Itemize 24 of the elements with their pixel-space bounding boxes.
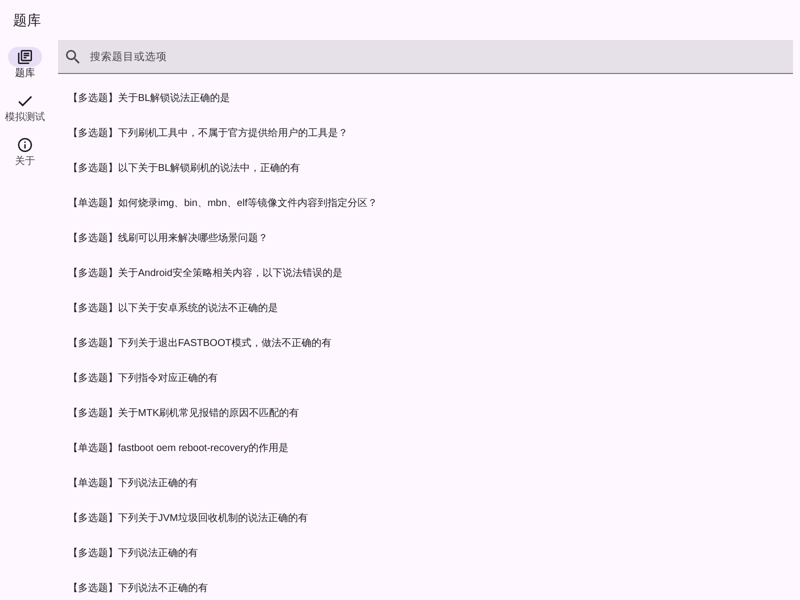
search-icon bbox=[66, 50, 80, 64]
question-item[interactable]: 【多选题】以下关于安卓系统的说法不正确的是 bbox=[58, 291, 793, 326]
question-item[interactable]: 【多选题】线刷可以用来解决哪些场景问题？ bbox=[58, 221, 793, 256]
question-item[interactable]: 【多选题】关于Android安全策略相关内容，以下说法错误的是 bbox=[58, 256, 793, 291]
question-item[interactable]: 【多选题】下列刷机工具中，不属于官方提供给用户的工具是？ bbox=[58, 116, 793, 151]
question-item[interactable]: 【多选题】下列指令对应正确的有 bbox=[58, 361, 793, 396]
nav-rail-item[interactable]: 模拟测试 bbox=[0, 91, 50, 124]
question-item[interactable]: 【多选题】关于BL解锁说法正确的是 bbox=[58, 81, 793, 116]
question-item[interactable]: 【单选题】下列说法正确的有 bbox=[58, 466, 793, 501]
info-icon bbox=[18, 138, 32, 152]
app-title: 题库 bbox=[13, 12, 41, 28]
question-item[interactable]: 【单选题】如何烧录img、bin、mbn、elf等镜像文件内容到指定分区？ bbox=[58, 186, 793, 221]
question-item[interactable]: 【单选题】fastboot oem reboot-recovery的作用是 bbox=[58, 431, 793, 466]
question-item[interactable]: 【多选题】下列关于JVM垃圾回收机制的说法正确的有 bbox=[58, 501, 793, 536]
search-field[interactable]: 搜索题目或选项 bbox=[58, 40, 793, 74]
question-item[interactable]: 【多选题】以下关于BL解锁刷机的说法中，正确的有 bbox=[58, 151, 793, 186]
checkmark-icon bbox=[18, 94, 32, 108]
question-item[interactable]: 【多选题】下列说法正确的有 bbox=[58, 536, 793, 571]
question-item[interactable]: 【多选题】下列关于退出FASTBOOT模式，做法不正确的有 bbox=[58, 326, 793, 361]
nav-rail-item[interactable]: 关于 bbox=[0, 135, 50, 168]
stacked-pages-icon bbox=[18, 50, 32, 64]
nav-rail-item[interactable]: 题库 bbox=[0, 47, 50, 80]
question-item[interactable]: 【多选题】关于MTK刷机常见报错的原因不匹配的有 bbox=[58, 396, 793, 431]
question-item[interactable]: 【多选题】下列说法不正确的有 bbox=[58, 571, 793, 600]
